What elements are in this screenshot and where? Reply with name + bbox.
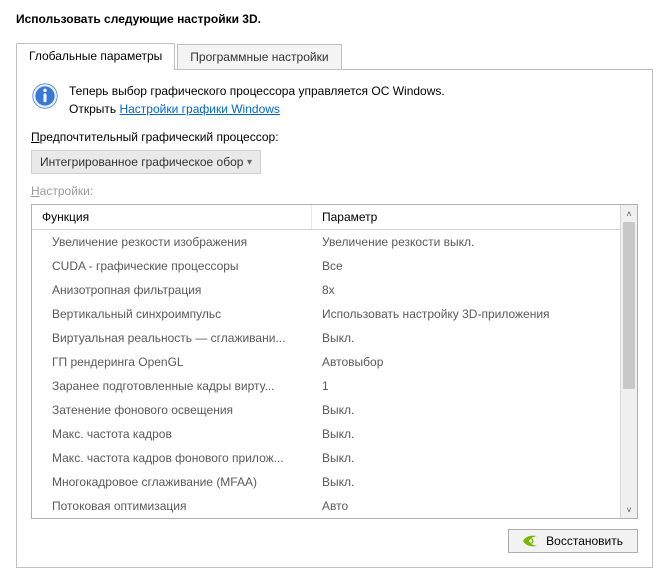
- column-parameter[interactable]: Параметр: [312, 205, 620, 229]
- cell-parameter: Выкл.: [312, 446, 620, 470]
- page-title: Использовать следующие настройки 3D.: [16, 12, 653, 26]
- cell-parameter: Использовать настройку 3D-приложения: [312, 302, 620, 326]
- column-function[interactable]: Функция: [32, 205, 312, 229]
- table-row[interactable]: Увеличение резкости изображенияУвеличени…: [32, 230, 620, 254]
- cell-function: Макс. частота кадров фонового прилож...: [32, 446, 312, 470]
- info-icon: [31, 82, 59, 110]
- cell-function: Вертикальный синхроимпульс: [32, 302, 312, 326]
- info-open-prefix: Открыть: [69, 102, 119, 116]
- table-row[interactable]: Анизотропная фильтрация8x: [32, 278, 620, 302]
- cell-function: Виртуальная реальность — сглаживани...: [32, 326, 312, 350]
- table-header: Функция Параметр: [32, 205, 620, 230]
- preferred-gpu-value: Интегрированное графическое обор: [40, 155, 243, 169]
- tab-program[interactable]: Программные настройки: [177, 44, 341, 69]
- settings-label: Настройки:: [31, 184, 638, 198]
- table-row[interactable]: Потоковая оптимизацияАвто: [32, 494, 620, 518]
- scroll-down-icon[interactable]: ˅: [621, 501, 637, 518]
- scroll-thumb[interactable]: [623, 222, 635, 389]
- cell-parameter: Все: [312, 254, 620, 278]
- cell-parameter: 1: [312, 374, 620, 398]
- cell-parameter: Выкл.: [312, 398, 620, 422]
- cell-function: Заранее подготовленные кадры вирту...: [32, 374, 312, 398]
- table-row[interactable]: Затенение фонового освещенияВыкл.: [32, 398, 620, 422]
- cell-parameter: Авто: [312, 494, 620, 518]
- info-banner: Теперь выбор графического процессора упр…: [31, 82, 638, 118]
- restore-button[interactable]: Восстановить: [508, 529, 638, 553]
- windows-graphics-link[interactable]: Настройки графики Windows: [119, 102, 279, 116]
- restore-button-label: Восстановить: [546, 534, 623, 548]
- table-row[interactable]: ГП рендеринга OpenGLАвтовыбор: [32, 350, 620, 374]
- tabs-bar: Глобальные параметры Программные настрой…: [16, 42, 653, 70]
- cell-parameter: Выкл.: [312, 422, 620, 446]
- cell-function: Многокадровое сглаживание (MFAA): [32, 470, 312, 494]
- preferred-gpu-label: Предпочтительный графический процессор:: [31, 130, 638, 144]
- table-row[interactable]: Заранее подготовленные кадры вирту...1: [32, 374, 620, 398]
- table-row[interactable]: Виртуальная реальность — сглаживани...Вы…: [32, 326, 620, 350]
- cell-parameter: Выкл.: [312, 326, 620, 350]
- table-row[interactable]: Макс. частота кадровВыкл.: [32, 422, 620, 446]
- cell-function: Затенение фонового освещения: [32, 398, 312, 422]
- settings-table: Функция Параметр Увеличение резкости изо…: [31, 204, 638, 519]
- chevron-down-icon: ▾: [247, 157, 252, 168]
- scroll-track[interactable]: [621, 222, 637, 501]
- nvidia-logo-icon: [523, 535, 539, 547]
- cell-parameter: Увеличение резкости выкл.: [312, 230, 620, 254]
- table-row[interactable]: CUDA - графические процессорыВсе: [32, 254, 620, 278]
- cell-function: ГП рендеринга OpenGL: [32, 350, 312, 374]
- cell-function: Увеличение резкости изображения: [32, 230, 312, 254]
- table-row[interactable]: Вертикальный синхроимпульсИспользовать н…: [32, 302, 620, 326]
- scrollbar[interactable]: ˄ ˅: [620, 205, 637, 518]
- scroll-up-icon[interactable]: ˄: [621, 205, 637, 222]
- cell-parameter: Автовыбор: [312, 350, 620, 374]
- table-row[interactable]: Макс. частота кадров фонового прилож...В…: [32, 446, 620, 470]
- table-row[interactable]: Многокадровое сглаживание (MFAA)Выкл.: [32, 470, 620, 494]
- cell-function: Потоковая оптимизация: [32, 494, 312, 518]
- cell-function: CUDA - графические процессоры: [32, 254, 312, 278]
- cell-parameter: 8x: [312, 278, 620, 302]
- cell-parameter: Выкл.: [312, 470, 620, 494]
- cell-function: Макс. частота кадров: [32, 422, 312, 446]
- info-text-line1: Теперь выбор графического процессора упр…: [69, 82, 445, 100]
- cell-function: Анизотропная фильтрация: [32, 278, 312, 302]
- tab-global[interactable]: Глобальные параметры: [16, 43, 175, 70]
- preferred-gpu-select[interactable]: Интегрированное графическое обор ▾: [31, 150, 261, 174]
- tab-content-global: Теперь выбор графического процессора упр…: [16, 70, 653, 568]
